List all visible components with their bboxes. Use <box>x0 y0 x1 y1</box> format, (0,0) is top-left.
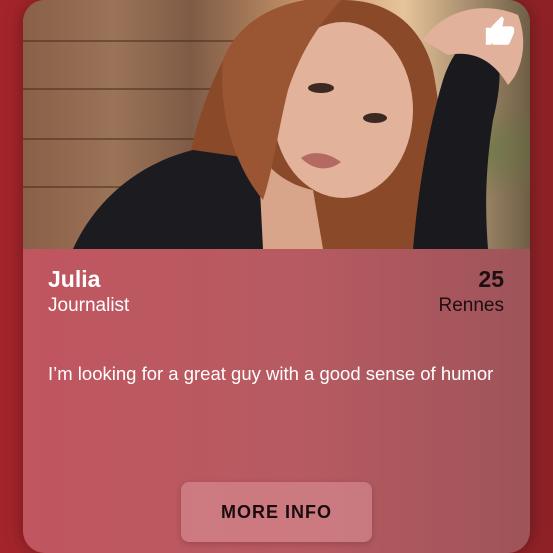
profile-age: 25 <box>478 266 504 292</box>
portrait-illustration <box>73 0 524 249</box>
thumbs-up-icon <box>485 16 515 45</box>
profile-city: Rennes <box>438 295 505 316</box>
left-info: Julia Journalist <box>48 264 129 318</box>
profile-job: Journalist <box>48 295 130 316</box>
profile-info: Julia Journalist 25 Rennes <box>48 264 504 318</box>
more-info-button[interactable]: MORE INFO <box>181 482 372 542</box>
profile-bio: I’m looking for a great guy with a good … <box>48 363 494 384</box>
like-button[interactable] <box>480 12 520 52</box>
profile-name: Julia <box>48 266 101 292</box>
profile-photo <box>23 0 530 249</box>
right-info: 25 Rennes <box>439 264 505 318</box>
profile-card: Julia Journalist 25 Rennes I’m looking f… <box>23 0 530 553</box>
